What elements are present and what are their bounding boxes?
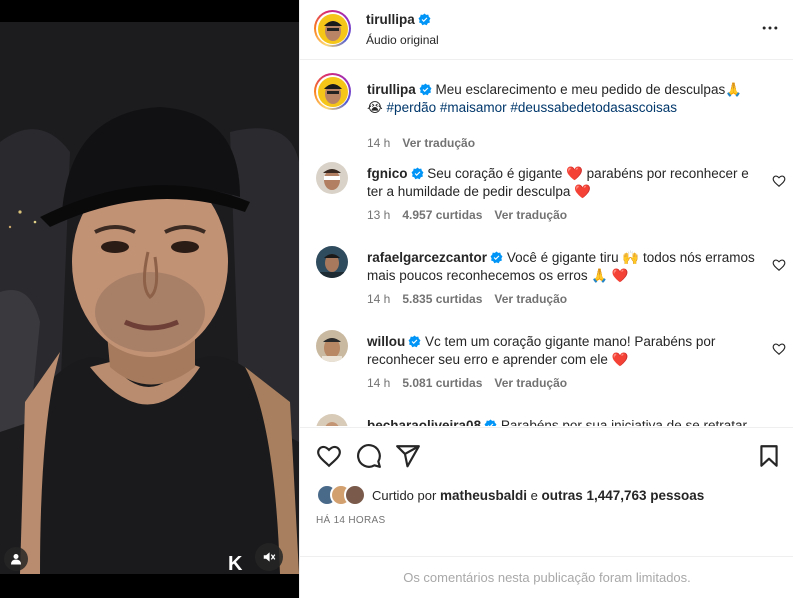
hashtag-link[interactable]: #perdão	[387, 100, 437, 115]
heart-icon[interactable]	[316, 443, 342, 469]
caption-line: Meu esclarecimento e meu pedido de descu…	[435, 82, 726, 97]
commenter-avatar[interactable]	[316, 246, 348, 278]
comment-text: Seu coração é gigante ❤️ parabéns por re…	[367, 166, 749, 199]
comment-icon[interactable]	[356, 443, 382, 469]
commenter-username[interactable]: fgnico	[367, 166, 408, 181]
author-story-ring[interactable]	[314, 10, 351, 47]
caption-author-avatar	[317, 76, 348, 107]
caption-meta: 14 h Ver tradução	[367, 136, 475, 150]
see-translation-link[interactable]: Ver tradução	[494, 376, 567, 390]
hashtag-link[interactable]: #deussabedetodasascoisas	[510, 100, 677, 115]
bookmark-icon[interactable]	[756, 443, 782, 469]
comment-item: rafaelgarcezcantor Você é gigante tiru 🙌…	[300, 246, 793, 326]
author-username-row: tirullipa	[366, 12, 431, 27]
share-icon[interactable]	[395, 443, 421, 469]
post-action-bar	[300, 427, 793, 479]
tagged-users-button[interactable]	[4, 547, 28, 571]
crying-face-emoji: 😭	[367, 100, 383, 115]
more-options-icon[interactable]	[760, 18, 780, 38]
verified-badge-icon	[408, 335, 421, 348]
commenter-avatar[interactable]	[316, 162, 348, 194]
commenter-username[interactable]: rafaelgarcezcantor	[367, 250, 487, 265]
verified-badge-icon	[490, 251, 503, 264]
comment-meta: 14 h 5.081 curtidas Ver tradução	[367, 376, 567, 390]
comment-likes-count[interactable]: 5.081 curtidas	[402, 376, 482, 390]
comment-body: fgnico Seu coração é gigante ❤️ parabéns…	[367, 165, 757, 201]
commenter-username[interactable]: becharaoliveira08	[367, 418, 481, 426]
muted-speaker-icon	[263, 552, 276, 562]
liker-avatars[interactable]	[316, 484, 368, 506]
comment-text: Parabéns por sua iniciativa de se retrat…	[500, 418, 747, 426]
author-username[interactable]: tirullipa	[366, 12, 415, 27]
post-media: K	[0, 0, 299, 598]
comment-body: becharaoliveira08 Parabéns por sua inici…	[367, 417, 757, 426]
see-translation-link[interactable]: Ver tradução	[402, 136, 475, 150]
hashtag-link[interactable]: #maisamor	[440, 100, 507, 115]
caption-author-ring[interactable]	[314, 73, 351, 110]
likes-summary: Curtido por matheusbaldi e outras 1,447,…	[316, 483, 704, 507]
liked-by-conjunction: e	[530, 487, 538, 503]
comment-time[interactable]: 13 h	[367, 208, 390, 222]
original-audio-link[interactable]: Áudio original	[366, 33, 439, 47]
see-translation-link[interactable]: Ver tradução	[494, 292, 567, 306]
commenter-username[interactable]: willou	[367, 334, 405, 349]
commenter-avatar[interactable]	[316, 330, 348, 362]
reel-video[interactable]: K	[0, 22, 299, 574]
comment-meta: 13 h 4.957 curtidas Ver tradução	[367, 208, 567, 222]
liker-avatar	[344, 484, 366, 506]
praying-hands-emoji: 🙏	[725, 82, 743, 97]
likes-count[interactable]: outras 1,447,763 pessoas	[541, 488, 704, 503]
comment-body: willou Vc tem um coração gigante mano! P…	[367, 333, 757, 369]
comment-time[interactable]: 14 h	[367, 292, 390, 306]
user-tag-icon	[11, 554, 21, 565]
liked-by-prefix: Curtido por	[372, 487, 437, 503]
comments-list[interactable]: tirullipa Meu esclarecimento e meu pedid…	[300, 61, 793, 426]
verified-badge-icon	[418, 13, 431, 26]
caption-time[interactable]: 14 h	[367, 136, 390, 150]
svg-text:K: K	[228, 553, 243, 574]
heart-icon[interactable]	[772, 174, 786, 188]
comment-item: fgnico Seu coração é gigante ❤️ parabéns…	[300, 162, 793, 242]
post-header: tirullipa Áudio original	[300, 0, 793, 60]
commenter-avatar[interactable]	[316, 414, 348, 426]
verified-badge-icon	[411, 167, 423, 180]
see-translation-link[interactable]: Ver tradução	[494, 208, 567, 222]
comment-time[interactable]: 14 h	[367, 376, 390, 390]
verified-badge-icon	[484, 419, 497, 426]
video-frame-art: K	[0, 22, 299, 574]
comment-likes-count[interactable]: 5.835 curtidas	[402, 292, 482, 306]
comments-limited-notice: Os comentários nesta publicação foram li…	[300, 556, 793, 598]
author-avatar	[317, 13, 348, 44]
heart-icon[interactable]	[772, 258, 786, 272]
post-side-panel: tirullipa Áudio original tirullipa Meu e…	[299, 0, 793, 598]
post-timestamp[interactable]: HÁ 14 HORAS	[316, 515, 385, 526]
post-caption: tirullipa Meu esclarecimento e meu pedid…	[300, 73, 793, 153]
comment-item: willou Vc tem um coração gigante mano! P…	[300, 330, 793, 410]
caption-username[interactable]: tirullipa	[367, 82, 416, 97]
verified-badge-icon	[419, 83, 432, 96]
instagram-post: K tirullipa Áudio original tirullipa Meu…	[0, 0, 793, 598]
comment-body: rafaelgarcezcantor Você é gigante tiru 🙌…	[367, 249, 757, 285]
mute-toggle-button[interactable]	[255, 543, 283, 571]
heart-icon[interactable]	[772, 342, 786, 356]
liked-by-username[interactable]: matheusbaldi	[440, 488, 527, 503]
caption-text: tirullipa Meu esclarecimento e meu pedid…	[367, 81, 757, 117]
comment-meta: 14 h 5.835 curtidas Ver tradução	[367, 292, 567, 306]
comment-likes-count[interactable]: 4.957 curtidas	[402, 208, 482, 222]
comment-item: becharaoliveira08 Parabéns por sua inici…	[300, 414, 793, 426]
